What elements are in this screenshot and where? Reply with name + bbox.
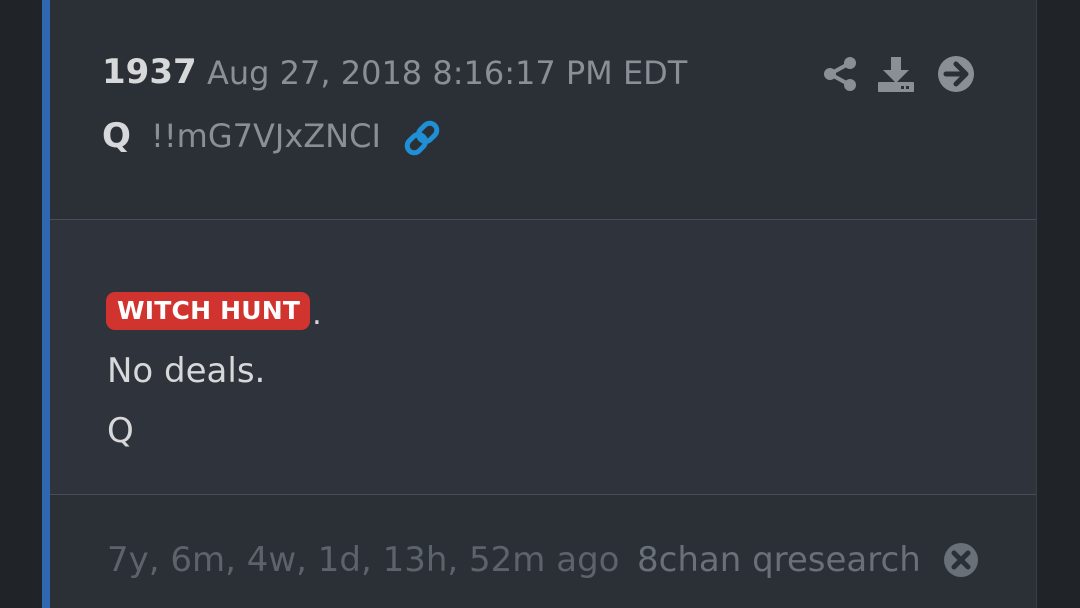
- post-footer: 7y, 6m, 4w, 1d, 13h, 52m ago 8chan qrese…: [50, 495, 1036, 608]
- post-card: 1937 Aug 27, 2018 8:16:17 PM EDT Q !!mG7…: [50, 0, 1037, 608]
- body-line: No deals.: [107, 351, 266, 391]
- share-icon[interactable]: [820, 54, 860, 94]
- post-author: Q: [102, 116, 131, 156]
- close-circle-icon[interactable]: [943, 542, 979, 578]
- post-number: 1937: [102, 52, 197, 92]
- arrow-right-circle-icon[interactable]: [936, 54, 976, 94]
- post-screen: 1937 Aug 27, 2018 8:16:17 PM EDT Q !!mG7…: [0, 0, 1080, 608]
- body-signature: Q: [107, 411, 134, 451]
- accent-bar: [42, 0, 50, 608]
- post-tripcode: !!mG7VJxZNCI: [151, 117, 381, 155]
- post-body: WITCH HUNT . No deals. Q: [50, 220, 1036, 495]
- download-icon[interactable]: [876, 54, 916, 94]
- tag-punctuation: .: [312, 297, 322, 332]
- witch-hunt-tag[interactable]: WITCH HUNT: [106, 292, 311, 330]
- post-date: Aug 27, 2018 8:16:17 PM EDT: [207, 54, 688, 92]
- post-header: 1937 Aug 27, 2018 8:16:17 PM EDT Q !!mG7…: [50, 0, 1036, 220]
- source-board: 8chan qresearch: [637, 540, 921, 580]
- relative-time: 7y, 6m, 4w, 1d, 13h, 52m ago: [107, 540, 620, 580]
- link-icon[interactable]: [402, 118, 442, 158]
- tag-line: WITCH HUNT .: [106, 292, 322, 330]
